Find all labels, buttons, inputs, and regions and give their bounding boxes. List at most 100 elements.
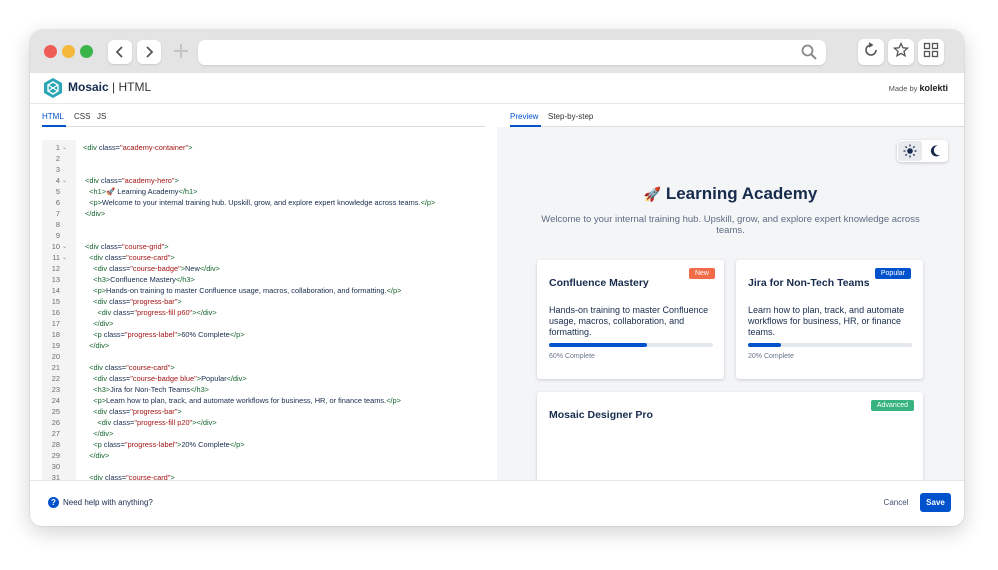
mosaic-logo-icon	[42, 77, 64, 99]
code-token: class=	[103, 330, 125, 339]
code-line: 27 </div>	[42, 428, 497, 439]
code-token: </div>	[83, 341, 110, 350]
fold-chevron-icon[interactable]: ⌄	[62, 252, 67, 263]
code-token: "academy-hero"	[122, 176, 175, 185]
course-card-mosaic-designer[interactable]: Advanced Mosaic Designer Pro	[537, 392, 923, 480]
app-title: Mosaic | HTML	[68, 80, 151, 94]
app-name: Mosaic	[68, 80, 109, 94]
code-token: </h3>	[190, 385, 209, 394]
apps-button[interactable]	[918, 39, 944, 65]
code-token: class=	[109, 374, 131, 383]
code-line: 15 <div class="progress-bar">	[42, 296, 497, 307]
dark-theme-button[interactable]	[924, 141, 947, 161]
line-number: 28	[51, 440, 60, 449]
code-token: class=	[104, 363, 127, 372]
code-text: <div class="course-badge">New</div>	[83, 263, 220, 274]
code-token: </h1>	[178, 187, 198, 196]
address-bar[interactable]	[198, 40, 826, 65]
tab-css[interactable]: CSS	[74, 112, 90, 121]
code-token: <div	[83, 297, 110, 306]
code-token: class=	[104, 473, 127, 480]
footer-bar: ? Need help with anything? Cancel Save	[30, 480, 964, 526]
code-text: <h1>🚀 Learning Academy</h1>	[83, 186, 197, 197]
star-icon	[892, 41, 910, 63]
code-line: 3	[42, 164, 497, 175]
code-token: <div	[83, 473, 105, 480]
chevron-right-icon	[143, 43, 155, 62]
reload-button[interactable]	[858, 39, 884, 65]
fold-chevron-icon[interactable]: ⌄	[62, 142, 67, 153]
course-card-confluence[interactable]: New Confluence Mastery Hands-on training…	[537, 260, 724, 379]
close-window-button[interactable]	[44, 45, 57, 58]
tab-js[interactable]: JS	[97, 112, 106, 121]
bookmark-button[interactable]	[888, 39, 914, 65]
moon-icon	[924, 145, 947, 165]
cancel-button[interactable]: Cancel	[878, 494, 914, 512]
line-number: 29	[51, 451, 60, 460]
tab-step-by-step[interactable]: Step-by-step	[548, 112, 593, 121]
code-token: >	[177, 407, 182, 416]
code-token: "course-card"	[126, 253, 171, 262]
line-number: 2	[55, 154, 60, 163]
line-number: 25	[51, 407, 60, 416]
code-token: <p>	[83, 396, 107, 405]
minimize-window-button[interactable]	[62, 45, 75, 58]
code-token: "course-card"	[126, 473, 171, 480]
browser-toolbar	[30, 30, 964, 73]
code-line: 26 <div class="progress-fill p20"></div>	[42, 417, 497, 428]
line-number: 13	[51, 275, 60, 284]
chevron-left-icon	[114, 43, 126, 62]
tab-preview[interactable]: Preview	[510, 112, 538, 121]
code-text: <div class="course-badge blue">Popular</…	[83, 373, 246, 384]
code-token: ></div>	[192, 418, 217, 427]
line-number: 11	[52, 253, 60, 262]
code-text: </div>	[83, 450, 109, 461]
code-token: 20% Complete	[181, 440, 230, 449]
code-token: </div>	[83, 429, 114, 438]
code-token: ></div>	[192, 308, 217, 317]
code-token: <div	[83, 308, 114, 317]
new-tab-button[interactable]	[171, 38, 191, 64]
line-number: 17	[51, 319, 60, 328]
fold-chevron-icon[interactable]: ⌄	[62, 241, 67, 252]
maximize-window-button[interactable]	[80, 45, 93, 58]
line-number: 30	[51, 462, 60, 471]
code-token: >	[174, 176, 179, 185]
code-token: </h3>	[175, 275, 195, 284]
light-theme-button[interactable]	[898, 141, 922, 161]
question-circle-icon[interactable]: ?	[48, 497, 59, 508]
code-token: Learn how to plan, track, and automate w…	[106, 396, 387, 405]
course-card-text: Hands-on training to master Confluence u…	[549, 305, 709, 337]
line-number: 1	[55, 143, 60, 152]
course-badge-new: New	[688, 268, 715, 279]
help-link[interactable]: Need help with anything?	[63, 498, 153, 507]
code-token: <div	[83, 418, 114, 427]
course-card-jira[interactable]: Popular Jira for Non-Tech Teams Learn ho…	[736, 260, 923, 379]
code-token: <div	[83, 407, 110, 416]
code-text: </div>	[83, 208, 105, 219]
code-token: <p>	[83, 286, 107, 295]
code-line: 28 <p class="progress-label">20% Complet…	[42, 439, 497, 450]
code-line: 12 <div class="course-badge">New</div>	[42, 263, 497, 274]
progress-bar	[549, 343, 713, 347]
code-token: "course-badge blue"	[130, 374, 197, 383]
rocket-icon: 🚀	[643, 187, 662, 203]
code-token: >	[164, 242, 169, 251]
progress-label: 60% Complete	[549, 353, 595, 360]
reload-icon	[863, 41, 879, 63]
forward-button[interactable]	[137, 40, 161, 64]
code-token: "progress-fill p20"	[134, 418, 193, 427]
code-line: 6 <p>Welcome to your internal training h…	[42, 197, 497, 208]
line-number: 19	[51, 341, 60, 350]
code-token: Welcome to your internal training hub. U…	[101, 198, 421, 207]
tab-html[interactable]: HTML	[42, 112, 64, 121]
line-number: 3	[55, 165, 60, 174]
code-text: <p class="progress-label">20% Complete</…	[83, 439, 244, 450]
code-line: 31 <div class="course-card">	[42, 472, 497, 480]
save-button[interactable]: Save	[920, 493, 951, 512]
back-button[interactable]	[108, 40, 132, 64]
code-editor[interactable]: 1 ⌄ <div class="academy-container"> 2 3 4 ⌄ <d…	[42, 140, 497, 480]
code-token: "progress-bar"	[130, 297, 178, 306]
progress-fill	[748, 343, 781, 347]
fold-chevron-icon[interactable]: ⌄	[62, 175, 67, 186]
